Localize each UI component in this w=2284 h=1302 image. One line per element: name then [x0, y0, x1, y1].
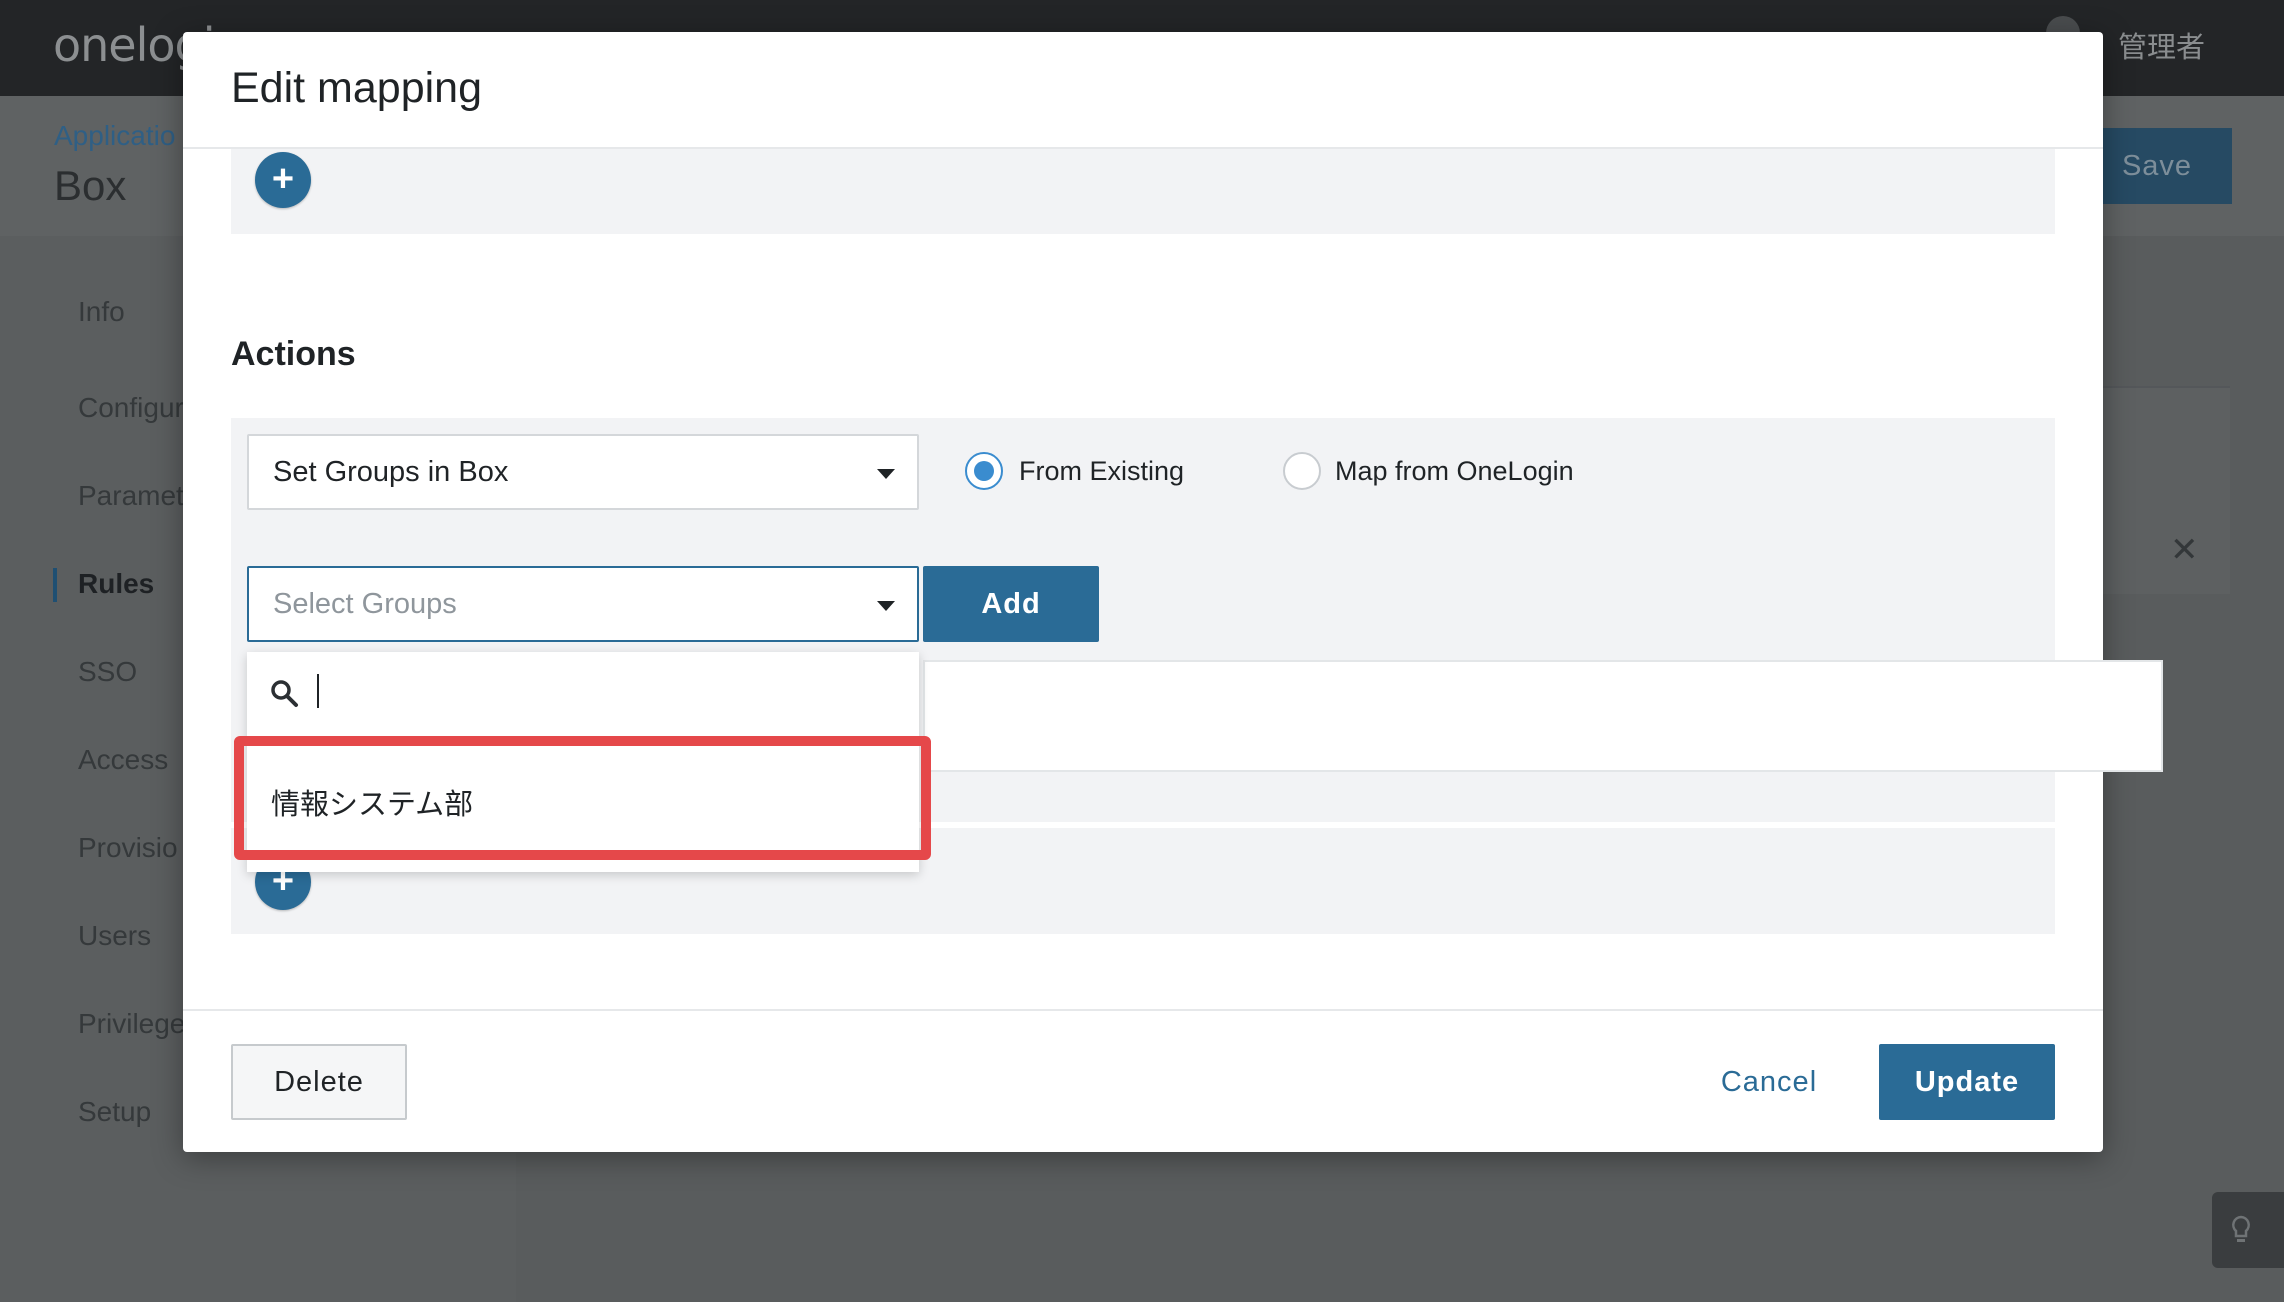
page-title: Box	[54, 162, 127, 209]
groups-select-placeholder: Select Groups	[273, 588, 457, 620]
sidebar-item-info[interactable]: Info	[78, 296, 125, 328]
conditions-block	[231, 149, 2055, 234]
add-button[interactable]: Add	[923, 566, 1099, 642]
actions-heading: Actions	[231, 335, 356, 373]
chevron-down-icon	[877, 601, 895, 611]
sidebar-item-access[interactable]: Access	[78, 744, 168, 776]
sidebar-item-setup[interactable]: Setup	[78, 1096, 151, 1128]
active-nav-indicator	[53, 568, 57, 602]
chevron-down-icon	[877, 469, 895, 479]
lightbulb-icon[interactable]	[2212, 1192, 2284, 1268]
from-existing-label[interactable]: From Existing	[1019, 456, 1184, 487]
delete-button[interactable]: Delete	[231, 1044, 407, 1120]
sidebar-item-rules[interactable]: Rules	[78, 568, 154, 600]
action-select[interactable]: Set Groups in Box	[247, 434, 919, 510]
from-existing-radio[interactable]	[965, 452, 1003, 490]
action-select-value: Set Groups in Box	[273, 456, 509, 488]
save-button[interactable]: Save	[2082, 128, 2232, 204]
sidebar-item-parameters[interactable]: Paramet	[78, 480, 184, 512]
highlight-annotation-box	[234, 736, 931, 860]
close-icon[interactable]: ✕	[2170, 530, 2199, 570]
search-icon	[271, 680, 298, 707]
sidebar-item-sso[interactable]: SSO	[78, 656, 137, 688]
user-name[interactable]: 管理者	[2118, 24, 2205, 66]
text-cursor	[317, 674, 319, 708]
sidebar-item-privileges[interactable]: Privilege	[78, 1008, 185, 1040]
sidebar-item-configuration[interactable]: Configur	[78, 392, 184, 424]
add-condition-button[interactable]: +	[255, 152, 311, 208]
update-button[interactable]: Update	[1879, 1044, 2055, 1120]
modal-header: Edit mapping	[183, 32, 2103, 149]
selected-groups-list	[923, 660, 2163, 772]
groups-select[interactable]: Select Groups	[247, 566, 919, 642]
group-search-input[interactable]	[247, 652, 919, 736]
map-from-onelogin-label[interactable]: Map from OneLogin	[1335, 456, 1574, 487]
cancel-button[interactable]: Cancel	[1699, 1044, 1839, 1120]
edit-mapping-dialog: Edit mapping + Actions Set Groups in Box…	[183, 32, 2163, 1152]
plus-icon: +	[271, 158, 295, 200]
sidebar-item-users[interactable]: Users	[78, 920, 151, 952]
breadcrumb[interactable]: Applicatio	[54, 120, 175, 152]
sidebar-item-provisioning[interactable]: Provisio	[78, 832, 178, 864]
map-from-onelogin-radio[interactable]	[1283, 452, 1321, 490]
modal-title: Edit mapping	[231, 64, 482, 112]
